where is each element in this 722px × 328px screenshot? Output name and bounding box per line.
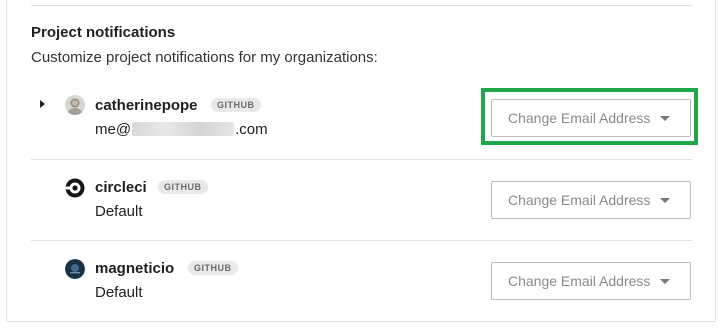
email-prefix: me@ — [95, 121, 132, 138]
chevron-down-icon — [660, 198, 670, 203]
user-avatar-icon — [65, 95, 85, 115]
org-name: catherinepope — [95, 97, 198, 114]
highlight-box — [481, 88, 698, 145]
expand-arrow-icon[interactable] — [40, 100, 45, 108]
dropdown-label: Change Email Address — [508, 192, 651, 208]
circleci-logo-icon — [65, 178, 85, 198]
section-title: Project notifications — [31, 24, 176, 41]
org-detail: Default — [95, 284, 143, 301]
change-email-dropdown[interactable]: Change Email Address — [491, 181, 691, 219]
redacted-email — [132, 122, 235, 136]
change-email-dropdown[interactable]: Change Email Address — [491, 262, 691, 300]
org-name: circleci — [95, 179, 147, 196]
section-subtitle: Customize project notifications for my o… — [31, 49, 378, 66]
github-badge: GITHUB — [211, 98, 261, 112]
dropdown-label: Change Email Address — [508, 273, 651, 289]
org-name: magneticio — [95, 260, 175, 277]
org-row-circleci: circleci GITHUB Default Change Email Add… — [31, 159, 692, 241]
chevron-down-icon — [660, 279, 670, 284]
magneticio-logo-icon — [65, 259, 85, 279]
github-badge: GITHUB — [158, 180, 208, 194]
org-email: me@ .com — [95, 121, 268, 138]
github-badge: GITHUB — [188, 261, 238, 275]
org-detail: Default — [95, 203, 143, 220]
divider — [31, 5, 692, 6]
org-row-magneticio: magneticio GITHUB Default Change Email A… — [31, 240, 692, 322]
email-suffix: .com — [235, 121, 268, 138]
